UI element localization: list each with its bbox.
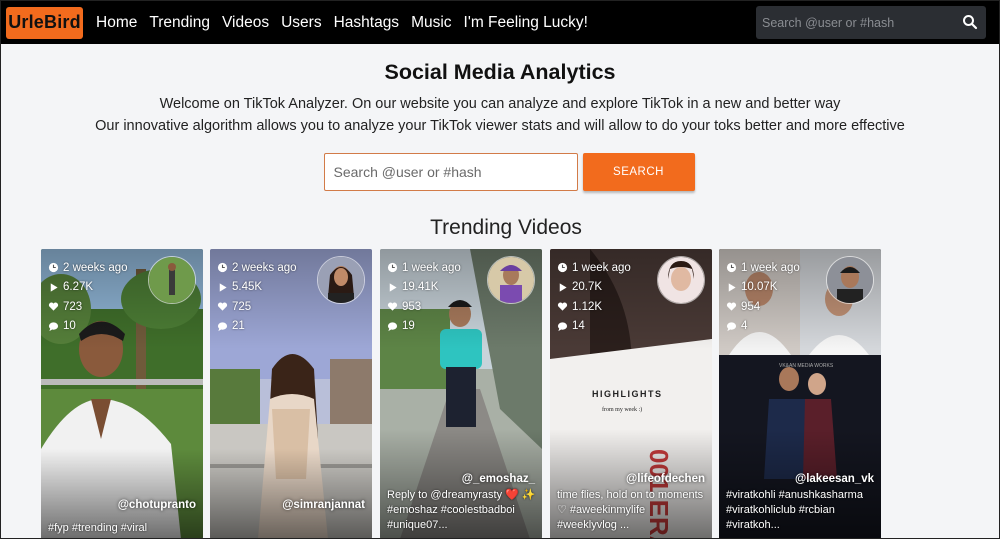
video-comments: 4 <box>741 320 748 333</box>
video-plays: 19.41K <box>402 281 439 294</box>
hero-search: SEARCH <box>19 153 999 191</box>
video-comments: 14 <box>572 320 585 333</box>
video-description: #fyp #trending #viral <box>48 522 148 534</box>
comment-icon <box>387 322 398 331</box>
video-author-handle[interactable]: @lifeofdechen <box>626 473 705 485</box>
search-icon[interactable] <box>962 14 978 30</box>
play-icon <box>389 283 397 292</box>
heart-icon <box>48 302 59 311</box>
heart-icon <box>726 302 737 311</box>
thumbnail-overlay <box>210 449 372 538</box>
play-icon <box>728 283 736 292</box>
user-avatar[interactable] <box>657 256 705 304</box>
clock-icon <box>387 263 398 273</box>
video-author-handle[interactable]: @lakeesan_vk <box>795 473 874 485</box>
video-description: Reply to @dreamyrasty ❤️ ✨ #emoshaz #coo… <box>387 489 536 531</box>
video-likes: 954 <box>741 300 761 313</box>
play-icon <box>219 283 227 292</box>
video-description: #viratkohli #anushkasharma #viratkohlicl… <box>726 489 863 531</box>
comment-icon <box>726 322 737 331</box>
user-avatar[interactable] <box>487 256 535 304</box>
video-time: 2 weeks ago <box>232 261 297 274</box>
nav-feeling-lucky[interactable]: I'm Feeling Lucky! <box>464 14 588 32</box>
nav-music[interactable]: Music <box>411 14 451 32</box>
video-time: 1 week ago <box>402 261 461 274</box>
search-button[interactable]: SEARCH <box>582 153 695 191</box>
video-plays: 10.07K <box>741 281 778 294</box>
brand-logo[interactable]: UrleBird <box>6 6 83 39</box>
svg-text:HIGHLIGHTS: HIGHLIGHTS <box>592 389 663 399</box>
video-description: time flies, hold on to moments ♡ #aweeki… <box>557 489 704 531</box>
hero-section: Social Media Analytics Welcome on TikTok… <box>1 44 999 241</box>
heart-icon <box>557 302 568 311</box>
nav-search-box <box>756 6 986 39</box>
video-time: 2 weeks ago <box>63 261 128 274</box>
comment-icon <box>48 322 59 331</box>
hero-intro-line: Welcome on TikTok Analyzer. On our websi… <box>159 96 841 112</box>
video-card[interactable]: 1 week ago 19.41K 953 19 @_emoshaz_ Repl… <box>380 249 542 538</box>
video-stats: 2 weeks ago 5.45K 725 21 <box>217 258 297 336</box>
video-likes: 723 <box>63 300 83 313</box>
nav-hashtags[interactable]: Hashtags <box>334 14 399 32</box>
video-likes: 953 <box>402 300 422 313</box>
clock-icon <box>217 263 228 273</box>
video-comments: 19 <box>402 320 415 333</box>
clock-icon <box>557 263 568 273</box>
video-stats: 1 week ago 10.07K 954 4 <box>726 258 800 336</box>
video-time: 1 week ago <box>741 261 800 274</box>
video-card[interactable]: 2 weeks ago 6.27K 723 10 @chotupranto #f… <box>41 249 203 538</box>
hero-search-input[interactable] <box>323 153 578 191</box>
hero-description-line: Our innovative algorithm allows you to a… <box>95 118 905 134</box>
video-likes: 725 <box>232 300 252 313</box>
svg-text:from my week :): from my week :) <box>602 406 642 413</box>
user-avatar[interactable] <box>826 256 874 304</box>
video-time: 1 week ago <box>572 261 631 274</box>
user-avatar[interactable] <box>317 256 365 304</box>
video-author-handle[interactable]: @simranjannat <box>282 499 365 511</box>
page-title: Social Media Analytics <box>384 60 616 84</box>
trending-videos-grid: 2 weeks ago 6.27K 723 10 @chotupranto #f… <box>41 249 881 538</box>
svg-text:VK&AN MEDIA WORKS: VK&AN MEDIA WORKS <box>779 363 834 369</box>
video-card[interactable]: 001 ERA HIGHLIGHTS from my week :) 1 wee… <box>550 249 712 538</box>
video-author-handle[interactable]: @_emoshaz_ <box>462 473 535 485</box>
video-plays: 20.7K <box>572 281 603 294</box>
video-likes: 1.12K <box>572 300 603 313</box>
nav-videos[interactable]: Videos <box>222 14 269 32</box>
comment-icon <box>217 322 228 331</box>
video-comments: 10 <box>63 320 76 333</box>
comment-icon <box>557 322 568 331</box>
video-plays: 6.27K <box>63 281 94 294</box>
clock-icon <box>48 263 59 273</box>
video-stats: 1 week ago 19.41K 953 19 <box>387 258 461 336</box>
clock-icon <box>726 263 737 273</box>
nav-links: Home Trending Videos Users Hashtags Musi… <box>96 14 600 32</box>
play-icon <box>559 283 567 292</box>
video-stats: 2 weeks ago 6.27K 723 10 <box>48 258 128 336</box>
nav-users[interactable]: Users <box>281 14 321 32</box>
video-comments: 21 <box>232 320 245 333</box>
nav-home[interactable]: Home <box>96 14 137 32</box>
play-icon <box>50 283 58 292</box>
video-stats: 1 week ago 20.7K 1.12K 14 <box>557 258 631 336</box>
video-card[interactable]: 2 weeks ago 5.45K 725 21 @simranjannat <box>210 249 372 538</box>
trending-videos-title: Trending Videos <box>430 216 582 239</box>
top-navbar: UrleBird Home Trending Videos Users Hash… <box>1 1 999 44</box>
page: UrleBird Home Trending Videos Users Hash… <box>0 0 1000 539</box>
nav-trending[interactable]: Trending <box>149 14 210 32</box>
video-card[interactable]: VK&AN MEDIA WORKS 1 week ago 10.07K 954 … <box>719 249 881 538</box>
video-author-handle[interactable]: @chotupranto <box>118 499 196 511</box>
heart-icon <box>387 302 398 311</box>
video-plays: 5.45K <box>232 281 263 294</box>
heart-icon <box>217 302 228 311</box>
user-avatar[interactable] <box>148 256 196 304</box>
nav-search-input[interactable] <box>756 14 944 31</box>
